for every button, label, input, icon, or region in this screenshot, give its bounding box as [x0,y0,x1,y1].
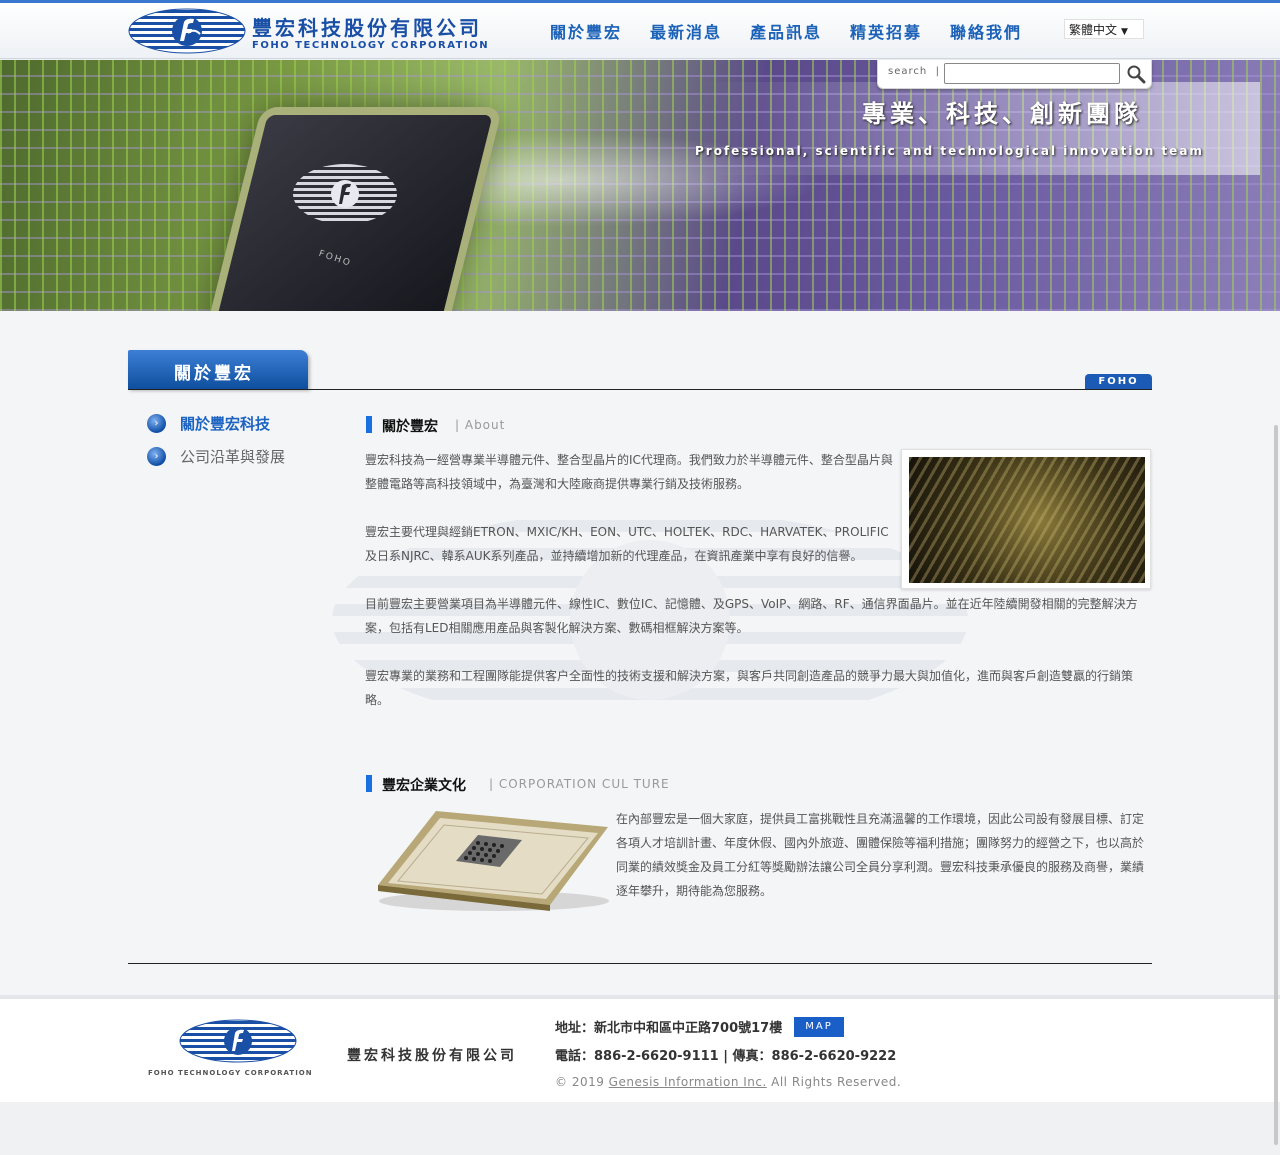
nav-products[interactable]: 產品訊息 [736,19,836,43]
logo-company-name-en: FOHO TECHNOLOGY CORPORATION [252,40,490,51]
page-bottom-area [0,1102,1280,1155]
footer-logo: FOHO TECHNOLOGY CORPORATION [148,1019,336,1081]
chip-heatsink-image [909,457,1145,583]
search-bar: search | [877,60,1152,89]
section-tab-title: 關於豐宏 [174,364,254,384]
section-tab: 關於豐宏 [128,350,308,389]
search-icon[interactable] [1126,64,1146,84]
section-divider [128,389,1152,390]
copyright-prefix: © 2019 [555,1075,609,1089]
heading-accent-bar [366,775,372,792]
about-paragraph-4: 豐宏專業的業務和工程團隊能提供客户全面性的技術支援和解決方案，與客戶共同創造產品… [365,669,1134,707]
cpu-image [378,811,609,911]
footer-phone-fax: 電話：886-2-6620-9111 | 傳真：886-2-6620-9222 [555,1049,897,1064]
search-label: search | [888,66,940,77]
about-title: 關於豐宏 [382,419,438,435]
about-paragraph-1: 豐宏科技為一經營專業半導體元件、整合型晶片的IC代理商。我們致力於半導體元件、整… [365,453,893,491]
heading-accent-bar [366,416,372,433]
copyright-suffix: All Rights Reserved. [766,1075,902,1089]
site-footer: FOHO TECHNOLOGY CORPORATION 豐宏科技股份有限公司 地… [0,995,1280,1102]
about-paragraph-3: 目前豐宏主要營業項目為半導體元件、線性IC、數位IC、記憶體、及GPS、VoIP… [365,597,1138,635]
scrollbar[interactable] [1274,425,1278,1145]
sidebar-item-label: 公司沿革與發展 [180,448,286,466]
foho-logo-icon [128,8,246,54]
language-select[interactable]: 繁體中文 ▼ [1064,19,1144,39]
culture-paragraph: 在內部豐宏是一個大家庭，提供員工富挑戰性且充滿溫馨的工作環境，因此公司設有發展目… [616,812,1145,898]
nav-careers[interactable]: 精英招募 [836,19,936,43]
about-subtitle: | About [455,418,506,432]
site-header: 豐宏科技股份有限公司 FOHO TECHNOLOGY CORPORATION 關… [0,3,1280,59]
logo-company-name: 豐宏科技股份有限公司 [252,16,482,40]
slogan-title: 專業、科技、創新團隊 [862,99,1142,128]
genesis-link[interactable]: Genesis Information Inc. [609,1075,767,1089]
foho-logo-icon [179,1019,297,1063]
caret-down-icon: ▼ [1121,27,1128,37]
sidebar-item-label: 關於豐宏科技 [180,415,271,433]
nav-about[interactable]: 關於豐宏 [536,19,636,43]
footer-address: 地址：新北市中和區中正路700號17樓 [555,1021,783,1036]
culture-subtitle: | CORPORATION CUL TURE [489,777,670,791]
footer-company-name: 豐宏科技股份有限公司 [347,1048,517,1064]
nav-news[interactable]: 最新消息 [636,19,736,43]
about-photo-frame [901,449,1151,589]
nav-contact[interactable]: 聯絡我們 [936,19,1036,43]
footer-company-name-en: FOHO TECHNOLOGY CORPORATION [148,1069,313,1077]
main-nav: 關於豐宏 最新消息 產品訊息 精英招募 聯絡我們 [536,19,1036,43]
about-paragraph-2: 豐宏主要代理與經銷ETRON、MXIC/KH、EON、UTC、HOLTEK、RD… [365,525,889,563]
content-bottom-divider [128,963,1152,964]
footer-copyright: © 2019 Genesis Information Inc. All Righ… [555,1075,901,1089]
sidebar-item-about-foho[interactable]: › 關於豐宏科技 [147,413,270,434]
chevron-right-icon: › [147,414,166,433]
sidebar-item-history[interactable]: › 公司沿革與發展 [147,446,285,467]
search-input[interactable] [944,63,1120,84]
site-logo[interactable]: 豐宏科技股份有限公司 FOHO TECHNOLOGY CORPORATION [128,8,500,56]
chip-logo-icon [293,164,397,221]
brand-tag: FOHO [1085,374,1152,389]
hero-banner: FOHO 專業、科技、創新團隊 Professional, scientific… [0,60,1280,311]
chevron-right-icon: › [147,447,166,466]
language-value: 繁體中文 [1069,23,1118,37]
slogan-subtitle: Professional, scientific and technologic… [695,144,1204,158]
culture-title: 豐宏企業文化 [382,778,466,794]
map-button[interactable]: MAP [794,1017,844,1037]
